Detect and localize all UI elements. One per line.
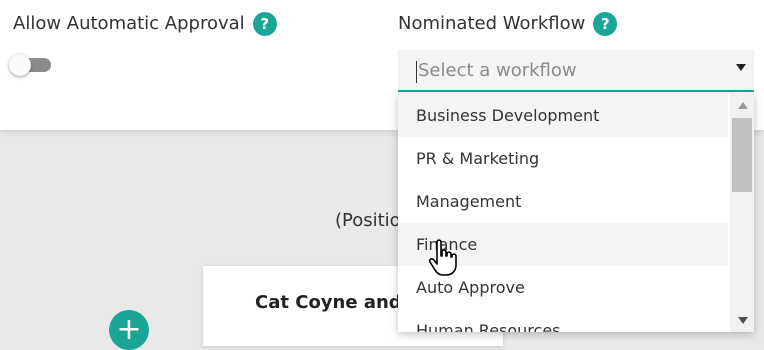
workflow-option[interactable]: Management [398,180,728,223]
position-text: (Positio [335,210,401,231]
add-button[interactable]: + [109,310,149,350]
auto-approval-label: Allow Automatic Approval [13,13,245,34]
workflow-option[interactable]: Human Resources [398,309,728,332]
help-icon[interactable]: ? [252,12,277,36]
workflow-select-placeholder: Select a workflow [418,60,577,81]
auto-approval-label-row: Allow Automatic Approval ? [13,12,277,36]
text-caret [416,61,417,83]
scroll-thumb[interactable] [732,118,752,192]
workflow-select[interactable]: Select a workflow [398,50,754,92]
scroll-up-icon[interactable] [738,102,748,109]
workflow-option[interactable]: PR & Marketing [398,137,728,180]
workflow-label-row: Nominated Workflow ? [398,12,618,36]
help-icon[interactable]: ? [593,12,618,36]
toggle-knob [9,54,31,76]
workflow-label: Nominated Workflow [398,13,586,34]
auto-approval-toggle[interactable] [9,54,51,76]
hand-cursor-icon [428,239,457,276]
scroll-down-icon[interactable] [738,317,748,324]
chevron-down-icon[interactable] [736,64,746,71]
workflow-dropdown: Business Development PR & Marketing Mana… [398,94,754,332]
dropdown-scrollbar[interactable] [730,94,754,332]
workflow-option[interactable]: Business Development [398,94,728,137]
